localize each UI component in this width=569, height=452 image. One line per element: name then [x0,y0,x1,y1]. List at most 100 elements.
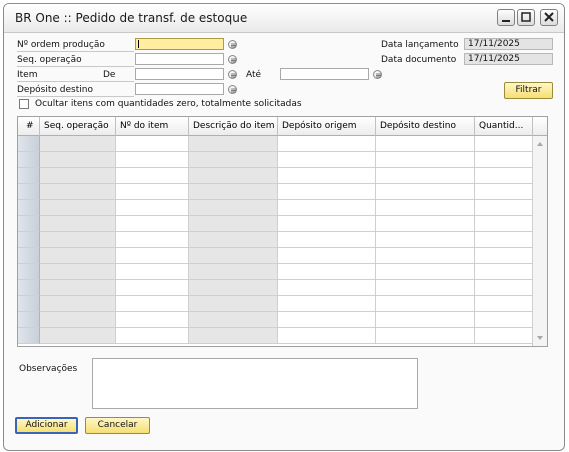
grid-cell[interactable] [116,168,189,184]
grid-cell[interactable] [278,152,376,168]
grid-cell[interactable] [40,200,116,216]
close-button[interactable] [540,9,558,26]
operation-seq-input[interactable] [135,53,224,65]
grid-cell[interactable] [40,328,116,344]
grid-cell[interactable] [40,152,116,168]
grid-cell[interactable] [278,216,376,232]
production-order-input[interactable] [135,38,224,50]
grid-cell[interactable] [376,296,475,312]
grid-cell[interactable] [376,216,475,232]
scroll-down-icon[interactable] [533,332,547,344]
grid-cell[interactable] [116,328,189,344]
hide-zero-quantities-checkbox[interactable] [19,99,29,109]
grid-cell[interactable] [475,200,533,216]
grid-cell[interactable] [278,280,376,296]
row-header-cell[interactable] [18,168,40,184]
grid-cell[interactable] [475,312,533,328]
cancel-button[interactable]: Cancelar [85,417,150,434]
grid-cell[interactable] [475,248,533,264]
item-from-choose-from-list-icon[interactable] [228,70,237,79]
grid-cell[interactable] [475,280,533,296]
add-button[interactable]: Adicionar [15,417,78,434]
row-header-cell[interactable] [18,264,40,280]
grid-cell[interactable] [376,200,475,216]
grid-cell[interactable] [475,264,533,280]
item-to-input[interactable] [280,68,369,80]
row-header-cell[interactable] [18,184,40,200]
filter-button[interactable]: Filtrar [504,82,553,99]
operation-seq-choose-from-list-icon[interactable] [228,55,237,64]
grid-cell[interactable] [376,248,475,264]
grid-cell[interactable] [116,232,189,248]
grid-cell[interactable] [189,152,278,168]
grid-cell[interactable] [376,168,475,184]
grid-cell[interactable] [40,296,116,312]
grid-cell[interactable] [116,264,189,280]
grid-cell[interactable] [278,328,376,344]
grid-cell[interactable] [278,264,376,280]
grid-cell[interactable] [376,328,475,344]
grid-cell[interactable] [189,136,278,152]
grid-cell[interactable] [189,184,278,200]
grid-cell[interactable] [189,312,278,328]
grid-cell[interactable] [376,312,475,328]
grid-cell[interactable] [278,136,376,152]
grid-cell[interactable] [189,248,278,264]
grid-cell[interactable] [116,200,189,216]
column-header-item-number[interactable]: Nº do item [116,117,189,136]
grid-cell[interactable] [189,232,278,248]
grid-cell[interactable] [40,312,116,328]
grid-cell[interactable] [40,168,116,184]
grid-cell[interactable] [475,184,533,200]
grid-cell[interactable] [278,248,376,264]
grid-cell[interactable] [278,232,376,248]
row-header-cell[interactable] [18,232,40,248]
grid-cell[interactable] [278,168,376,184]
grid-cell[interactable] [475,328,533,344]
row-header-cell[interactable] [18,296,40,312]
grid-cell[interactable] [40,280,116,296]
row-header-cell[interactable] [18,328,40,344]
scroll-up-icon[interactable] [533,138,547,150]
grid-cell[interactable] [475,296,533,312]
grid-cell[interactable] [40,216,116,232]
production-order-choose-from-list-icon[interactable] [228,40,237,49]
item-from-input[interactable] [135,68,224,80]
grid-cell[interactable] [475,168,533,184]
grid-cell[interactable] [116,312,189,328]
row-header-cell[interactable] [18,152,40,168]
grid-cell[interactable] [376,184,475,200]
grid-cell[interactable] [116,152,189,168]
grid-cell[interactable] [40,232,116,248]
grid-cell[interactable] [40,248,116,264]
grid-cell[interactable] [189,280,278,296]
grid-cell[interactable] [376,232,475,248]
grid-cell[interactable] [116,136,189,152]
destination-warehouse-choose-from-list-icon[interactable] [228,85,237,94]
grid-cell[interactable] [278,200,376,216]
grid-cell[interactable] [189,296,278,312]
vertical-scrollbar[interactable] [532,136,547,346]
column-header-destination-warehouse[interactable]: Depósito destino [376,117,475,136]
grid-cell[interactable] [278,184,376,200]
remarks-textarea[interactable] [92,358,418,409]
minimize-button[interactable] [497,9,515,26]
grid-cell[interactable] [40,264,116,280]
grid-cell[interactable] [475,216,533,232]
grid-cell[interactable] [475,136,533,152]
grid-cell[interactable] [475,152,533,168]
row-header-cell[interactable] [18,312,40,328]
grid-cell[interactable] [116,248,189,264]
item-to-choose-from-list-icon[interactable] [373,70,382,79]
destination-warehouse-input[interactable] [135,83,224,95]
column-header-item-description[interactable]: Descrição do item [189,117,278,136]
grid-cell[interactable] [189,264,278,280]
row-header-cell[interactable] [18,216,40,232]
grid-cell[interactable] [376,152,475,168]
grid-cell[interactable] [278,312,376,328]
grid-cell[interactable] [116,184,189,200]
maximize-button[interactable] [517,9,535,26]
row-header-cell[interactable] [18,200,40,216]
grid-cell[interactable] [376,280,475,296]
grid-cell[interactable] [40,136,116,152]
